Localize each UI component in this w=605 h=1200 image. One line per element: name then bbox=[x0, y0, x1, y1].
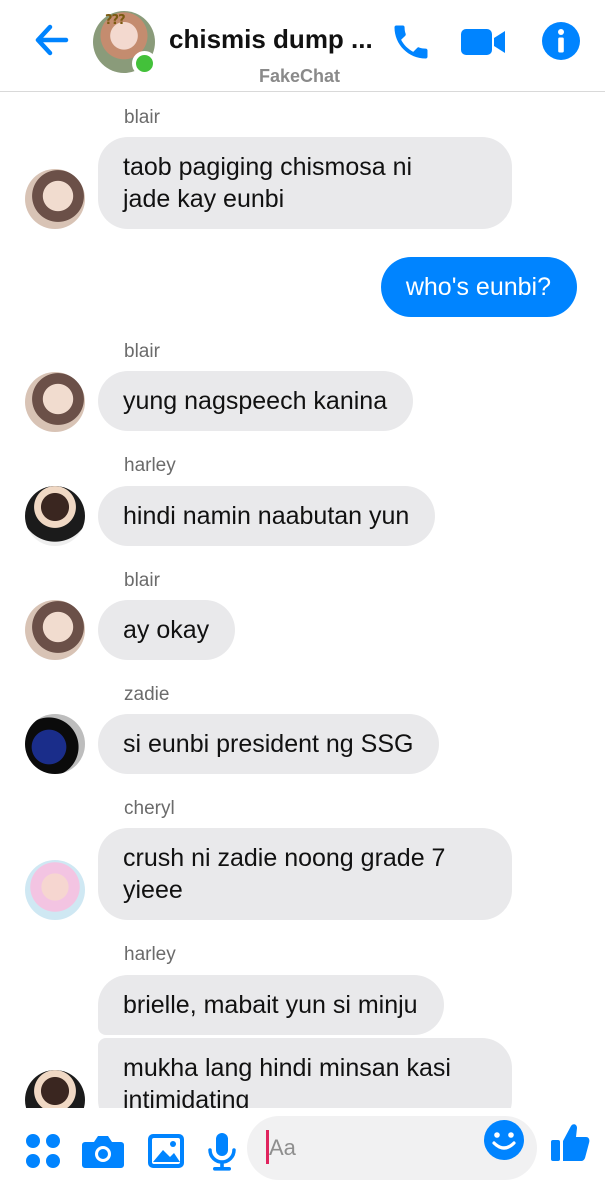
avatar[interactable] bbox=[25, 169, 85, 229]
sender-name: harley bbox=[124, 455, 176, 476]
chat-screen: ??? chismis dump ... FakeChat blair taob… bbox=[0, 0, 605, 1200]
message-bubble[interactable]: crush ni zadie noong grade 7 yieee bbox=[98, 828, 512, 920]
message-text-line: hindi namin naabutan yun bbox=[123, 502, 410, 530]
phone-icon[interactable] bbox=[389, 20, 433, 64]
sender-name: zadie bbox=[124, 684, 170, 705]
thumbs-up-icon[interactable] bbox=[549, 1120, 591, 1164]
avatar[interactable] bbox=[25, 714, 85, 774]
sender-name: harley bbox=[124, 944, 176, 965]
sender-name: blair bbox=[124, 570, 160, 591]
avatar-marks: ??? bbox=[105, 13, 126, 28]
message-bubble[interactable]: taob pagiging chismosa ni jade kay eunbi bbox=[98, 137, 512, 229]
avatar[interactable] bbox=[25, 600, 85, 660]
image-icon[interactable] bbox=[143, 1128, 189, 1174]
message-text-line: taob pagiging chismosa ni bbox=[123, 153, 413, 181]
message-text-line: brielle, mabait yun si minju bbox=[123, 991, 418, 1019]
microphone-icon[interactable] bbox=[199, 1128, 245, 1174]
emoji-icon[interactable] bbox=[482, 1118, 526, 1162]
camera-icon[interactable] bbox=[80, 1128, 126, 1174]
avatar[interactable] bbox=[25, 860, 85, 920]
chat-subtitle: FakeChat bbox=[259, 66, 341, 86]
message-text-line: crush ni zadie noong grade 7 bbox=[123, 844, 446, 872]
avatar[interactable] bbox=[25, 486, 85, 546]
message-bubble-outgoing[interactable]: who's eunbi? bbox=[380, 257, 577, 317]
message-text-line: jade kay eunbi bbox=[123, 185, 285, 213]
message-bubble[interactable]: yung nagspeech kanina bbox=[98, 371, 414, 431]
apps-grid-icon[interactable] bbox=[20, 1128, 66, 1174]
message-list[interactable]: blair taob pagiging chismosa ni jade kay… bbox=[0, 93, 605, 1108]
message-input[interactable] bbox=[269, 1128, 469, 1168]
sender-name: blair bbox=[124, 341, 160, 362]
message-text-line: intimidating bbox=[123, 1086, 250, 1108]
avatar[interactable] bbox=[25, 1070, 85, 1108]
chat-header: ??? chismis dump ... FakeChat bbox=[0, 0, 605, 92]
message-text-line: mukha lang hindi minsan kasi bbox=[123, 1054, 451, 1082]
message-bubble[interactable]: hindi namin naabutan yun bbox=[98, 486, 436, 546]
video-camera-icon[interactable] bbox=[459, 22, 507, 62]
message-text-line: who's eunbi? bbox=[405, 273, 551, 301]
chat-title[interactable]: chismis dump ... bbox=[169, 24, 384, 55]
message-text-line: yung nagspeech kanina bbox=[123, 387, 388, 415]
message-text-line: ay okay bbox=[123, 616, 210, 644]
message-bubble[interactable]: mukha lang hindi minsan kasi intimidatin… bbox=[98, 1038, 512, 1108]
message-text-line: si eunbi president ng SSG bbox=[123, 730, 414, 758]
message-bubble[interactable]: brielle, mabait yun si minju bbox=[98, 975, 444, 1035]
sender-name: cheryl bbox=[124, 798, 175, 819]
message-text-line: yieee bbox=[123, 876, 183, 904]
message-bubble[interactable]: ay okay bbox=[98, 600, 236, 660]
sender-name: blair bbox=[124, 107, 160, 128]
info-icon[interactable] bbox=[540, 20, 582, 62]
arrow-left-icon[interactable] bbox=[30, 18, 74, 62]
avatar[interactable] bbox=[25, 372, 85, 432]
online-status-dot bbox=[132, 51, 157, 76]
message-bubble[interactable]: si eunbi president ng SSG bbox=[98, 714, 440, 774]
